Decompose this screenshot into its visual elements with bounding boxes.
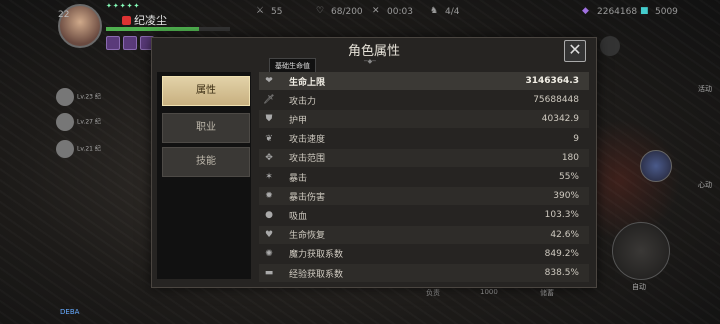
sword-icon: ⚔: [256, 6, 265, 16]
magic-icon: ✺: [265, 248, 273, 259]
bottom-right-label: 储蓄: [540, 289, 554, 297]
heart-icon: ♡: [316, 6, 325, 16]
attribute-label: 魔力获取系数: [289, 250, 344, 261]
rank-stars: ✦✦✦✦✦: [106, 2, 141, 10]
activity-label: 活动: [698, 85, 712, 93]
attribute-row[interactable]: ✺ 魔力获取系数 849.2%: [259, 245, 589, 263]
player-level: 22: [58, 10, 70, 20]
attack-sword-icon[interactable]: [612, 222, 670, 280]
attribute-label: 经验获取系数: [289, 269, 344, 280]
attribute-row[interactable]: ▬ 经验获取系数 838.5%: [259, 264, 589, 282]
attribute-row[interactable]: 🗡 攻击力 75688448: [259, 91, 589, 109]
top-hud: 22 ✦✦✦✦✦ 纪凌尘 ⚔ 55 ♡ 68/200 ✕ 00:03 ♞ 4/4 ◆ 22…: [0, 0, 720, 50]
player-name-wrap: 纪凌尘: [122, 12, 167, 28]
attribute-value: 180: [561, 152, 579, 163]
crossed-swords-icon: ✕: [372, 6, 380, 16]
exp-icon: ▬: [264, 268, 274, 278]
stat-hp: ♡ 68/200: [316, 6, 363, 17]
close-button[interactable]: ✕: [564, 40, 586, 62]
guild-tag-icon: [122, 16, 131, 25]
attribute-row[interactable]: ❦ 攻击速度 9: [259, 130, 589, 148]
crit-icon: ✶: [265, 172, 273, 182]
attribute-label: 生命上限: [289, 77, 326, 88]
sword-icon: 🗡: [263, 95, 275, 106]
tab-skills[interactable]: 技能: [162, 147, 250, 177]
tab-class[interactable]: 职业: [162, 113, 250, 143]
stat-timer: ✕ 00:03: [372, 6, 413, 17]
attribute-row[interactable]: ✶ 暴击 55%: [259, 168, 589, 186]
party-member[interactable]: Lv.27 纪: [56, 113, 136, 131]
attribute-row[interactable]: ⛊ 护甲 40342.9: [259, 110, 589, 129]
party-member[interactable]: Lv.23 纪: [56, 88, 136, 106]
attribute-value: 40342.9: [541, 114, 579, 125]
attribute-label: 暴击伤害: [289, 192, 326, 203]
attribute-label: 吸血: [289, 211, 308, 222]
attribute-label: 攻击速度: [289, 135, 326, 146]
attribute-value: 55%: [558, 172, 579, 182]
attribute-value: 3146364.3: [525, 76, 579, 86]
attribute-value: 9: [573, 133, 579, 144]
attribute-value: 849.2%: [544, 248, 579, 259]
title-ornament: ─◆─: [364, 58, 376, 65]
buff-icon[interactable]: [123, 36, 137, 50]
wolf-icon: ♞: [430, 6, 439, 16]
crystal-icon: ■: [640, 6, 649, 16]
attribute-value: 103.3%: [544, 210, 579, 221]
drop-icon: ●: [265, 210, 273, 221]
buff-list: [106, 36, 154, 50]
menu-button[interactable]: [600, 36, 620, 56]
attribute-value: 838.5%: [544, 268, 579, 278]
attribute-label: 攻击力: [289, 96, 317, 107]
heart-icon: ❤: [265, 76, 273, 86]
range-icon: ✥: [265, 152, 273, 163]
party-avatar: [56, 140, 74, 158]
heartbeat-label: 心动: [698, 181, 712, 189]
attribute-row[interactable]: ❤ 生命上限 3146364.3: [259, 72, 589, 90]
party-avatar: [56, 113, 74, 131]
tab-attributes[interactable]: 属性: [162, 76, 250, 106]
attribute-label: 攻击范围: [289, 154, 326, 165]
player-name: 纪凌尘: [134, 14, 167, 27]
player-hp-bar: [106, 27, 230, 31]
attribute-row[interactable]: ✥ 攻击范围 180: [259, 148, 589, 167]
attribute-label: 护甲: [289, 115, 308, 126]
bottom-center-label: 负责: [426, 289, 440, 297]
shield-icon: ⛊: [265, 114, 273, 125]
wing-icon: ❦: [265, 133, 273, 144]
attribute-value: 390%: [553, 191, 579, 202]
regen-icon: ♥: [264, 229, 274, 240]
heart-skill-icon[interactable]: [640, 150, 672, 182]
stat-pets: ♞ 4/4: [430, 6, 460, 17]
stat-attack: ⚔ 55: [256, 6, 283, 17]
bottom-left-label: DEBA: [60, 308, 80, 316]
attribute-value: 42.6%: [550, 229, 579, 240]
party-avatar: [56, 88, 74, 106]
character-attributes-dialog: 角色属性 ─◆─ ✕ 属性 职业 技能 基础生命值 ❤ 生命上限 3146364.3…: [151, 37, 597, 288]
dialog-title: 角色属性: [347, 44, 400, 59]
attribute-row[interactable]: ● 吸血 103.3%: [259, 206, 589, 224]
attribute-label: 暴击: [289, 173, 308, 184]
attribute-row[interactable]: ♥ 生命恢复 42.6%: [259, 225, 589, 244]
attribute-row[interactable]: ✹ 暴击伤害 390%: [259, 187, 589, 206]
stat-crystal: ■ 5009: [640, 6, 678, 17]
attribute-list[interactable]: ❤ 生命上限 3146364.3 🗡 攻击力 75688448 ⛊ 护甲 40342.9 ❦ 攻击速…: [259, 72, 589, 284]
party-member[interactable]: Lv.21 纪: [56, 140, 136, 158]
stat-gems: ◆ 2264168: [582, 6, 638, 17]
bottom-center-value: 1000: [480, 288, 498, 296]
buff-icon[interactable]: [106, 36, 120, 50]
tab-panel: 属性 职业 技能: [157, 72, 251, 279]
auto-label: 自动: [632, 283, 646, 291]
crit-damage-icon: ✹: [265, 191, 273, 202]
attribute-value: 75688448: [533, 95, 579, 106]
gem-icon: ◆: [582, 6, 589, 16]
attribute-label: 生命恢复: [289, 231, 326, 242]
